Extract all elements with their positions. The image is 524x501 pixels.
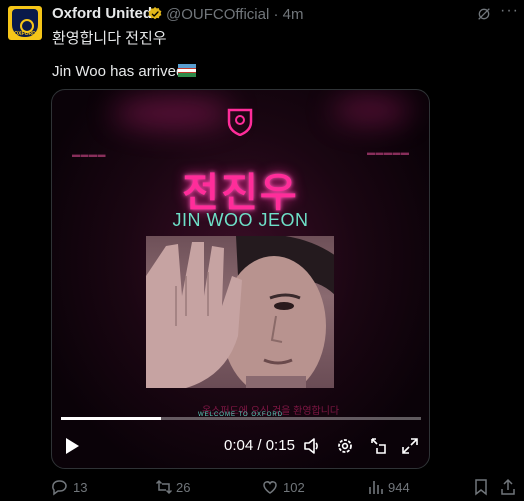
settings-icon[interactable]	[336, 437, 354, 455]
author-handle[interactable]: @OUFCOfficial · 4m	[166, 6, 303, 23]
time-display: 0:04 / 0:15	[224, 437, 295, 454]
avatar-label: OXFORD	[14, 31, 36, 37]
views-count: 944	[388, 480, 410, 495]
avatar[interactable]: OXFORD	[8, 6, 42, 40]
volume-icon[interactable]	[303, 437, 321, 455]
duration: 0:15	[265, 437, 295, 454]
repost-icon[interactable]	[155, 478, 173, 496]
verified-badge-icon	[148, 7, 162, 20]
share-icon[interactable]	[499, 478, 517, 496]
player-photo	[146, 236, 334, 388]
video-player[interactable]: ▬▬▬▬ ▬▬▬▬▬ 전진우 JIN WOO JEON 옥스퍼드에 오신 것을 …	[51, 89, 430, 469]
flag-emoji-icon	[178, 64, 196, 77]
more-icon[interactable]: ···	[500, 2, 519, 20]
grok-icon[interactable]	[476, 6, 492, 22]
reply-count: 13	[73, 480, 88, 495]
timestamp[interactable]: 4m	[283, 6, 304, 23]
play-icon[interactable]	[64, 437, 80, 455]
progress-fill[interactable]	[61, 417, 162, 420]
english-name-graphic: JIN WOO JEON	[172, 210, 309, 230]
club-crest-icon	[227, 108, 253, 136]
repost-count: 26	[176, 480, 191, 495]
tweet-text-english: Jin Woo has arrived.	[52, 63, 189, 80]
oxford-crest-icon: OXFORD	[12, 9, 38, 37]
bookmark-icon[interactable]	[472, 478, 490, 496]
tweet-text-korean: 환영합니다 전진우	[52, 30, 167, 47]
like-icon[interactable]	[261, 478, 279, 496]
picture-in-picture-icon[interactable]	[369, 437, 387, 455]
views-icon[interactable]	[367, 478, 385, 496]
fullscreen-icon[interactable]	[401, 437, 419, 455]
glow-decoration	[112, 98, 232, 128]
like-count: 102	[283, 480, 305, 495]
author-name[interactable]: Oxford United	[52, 5, 152, 22]
current-time: 0:04	[224, 437, 254, 454]
glow-decoration	[332, 95, 412, 125]
reply-icon[interactable]	[50, 478, 68, 496]
